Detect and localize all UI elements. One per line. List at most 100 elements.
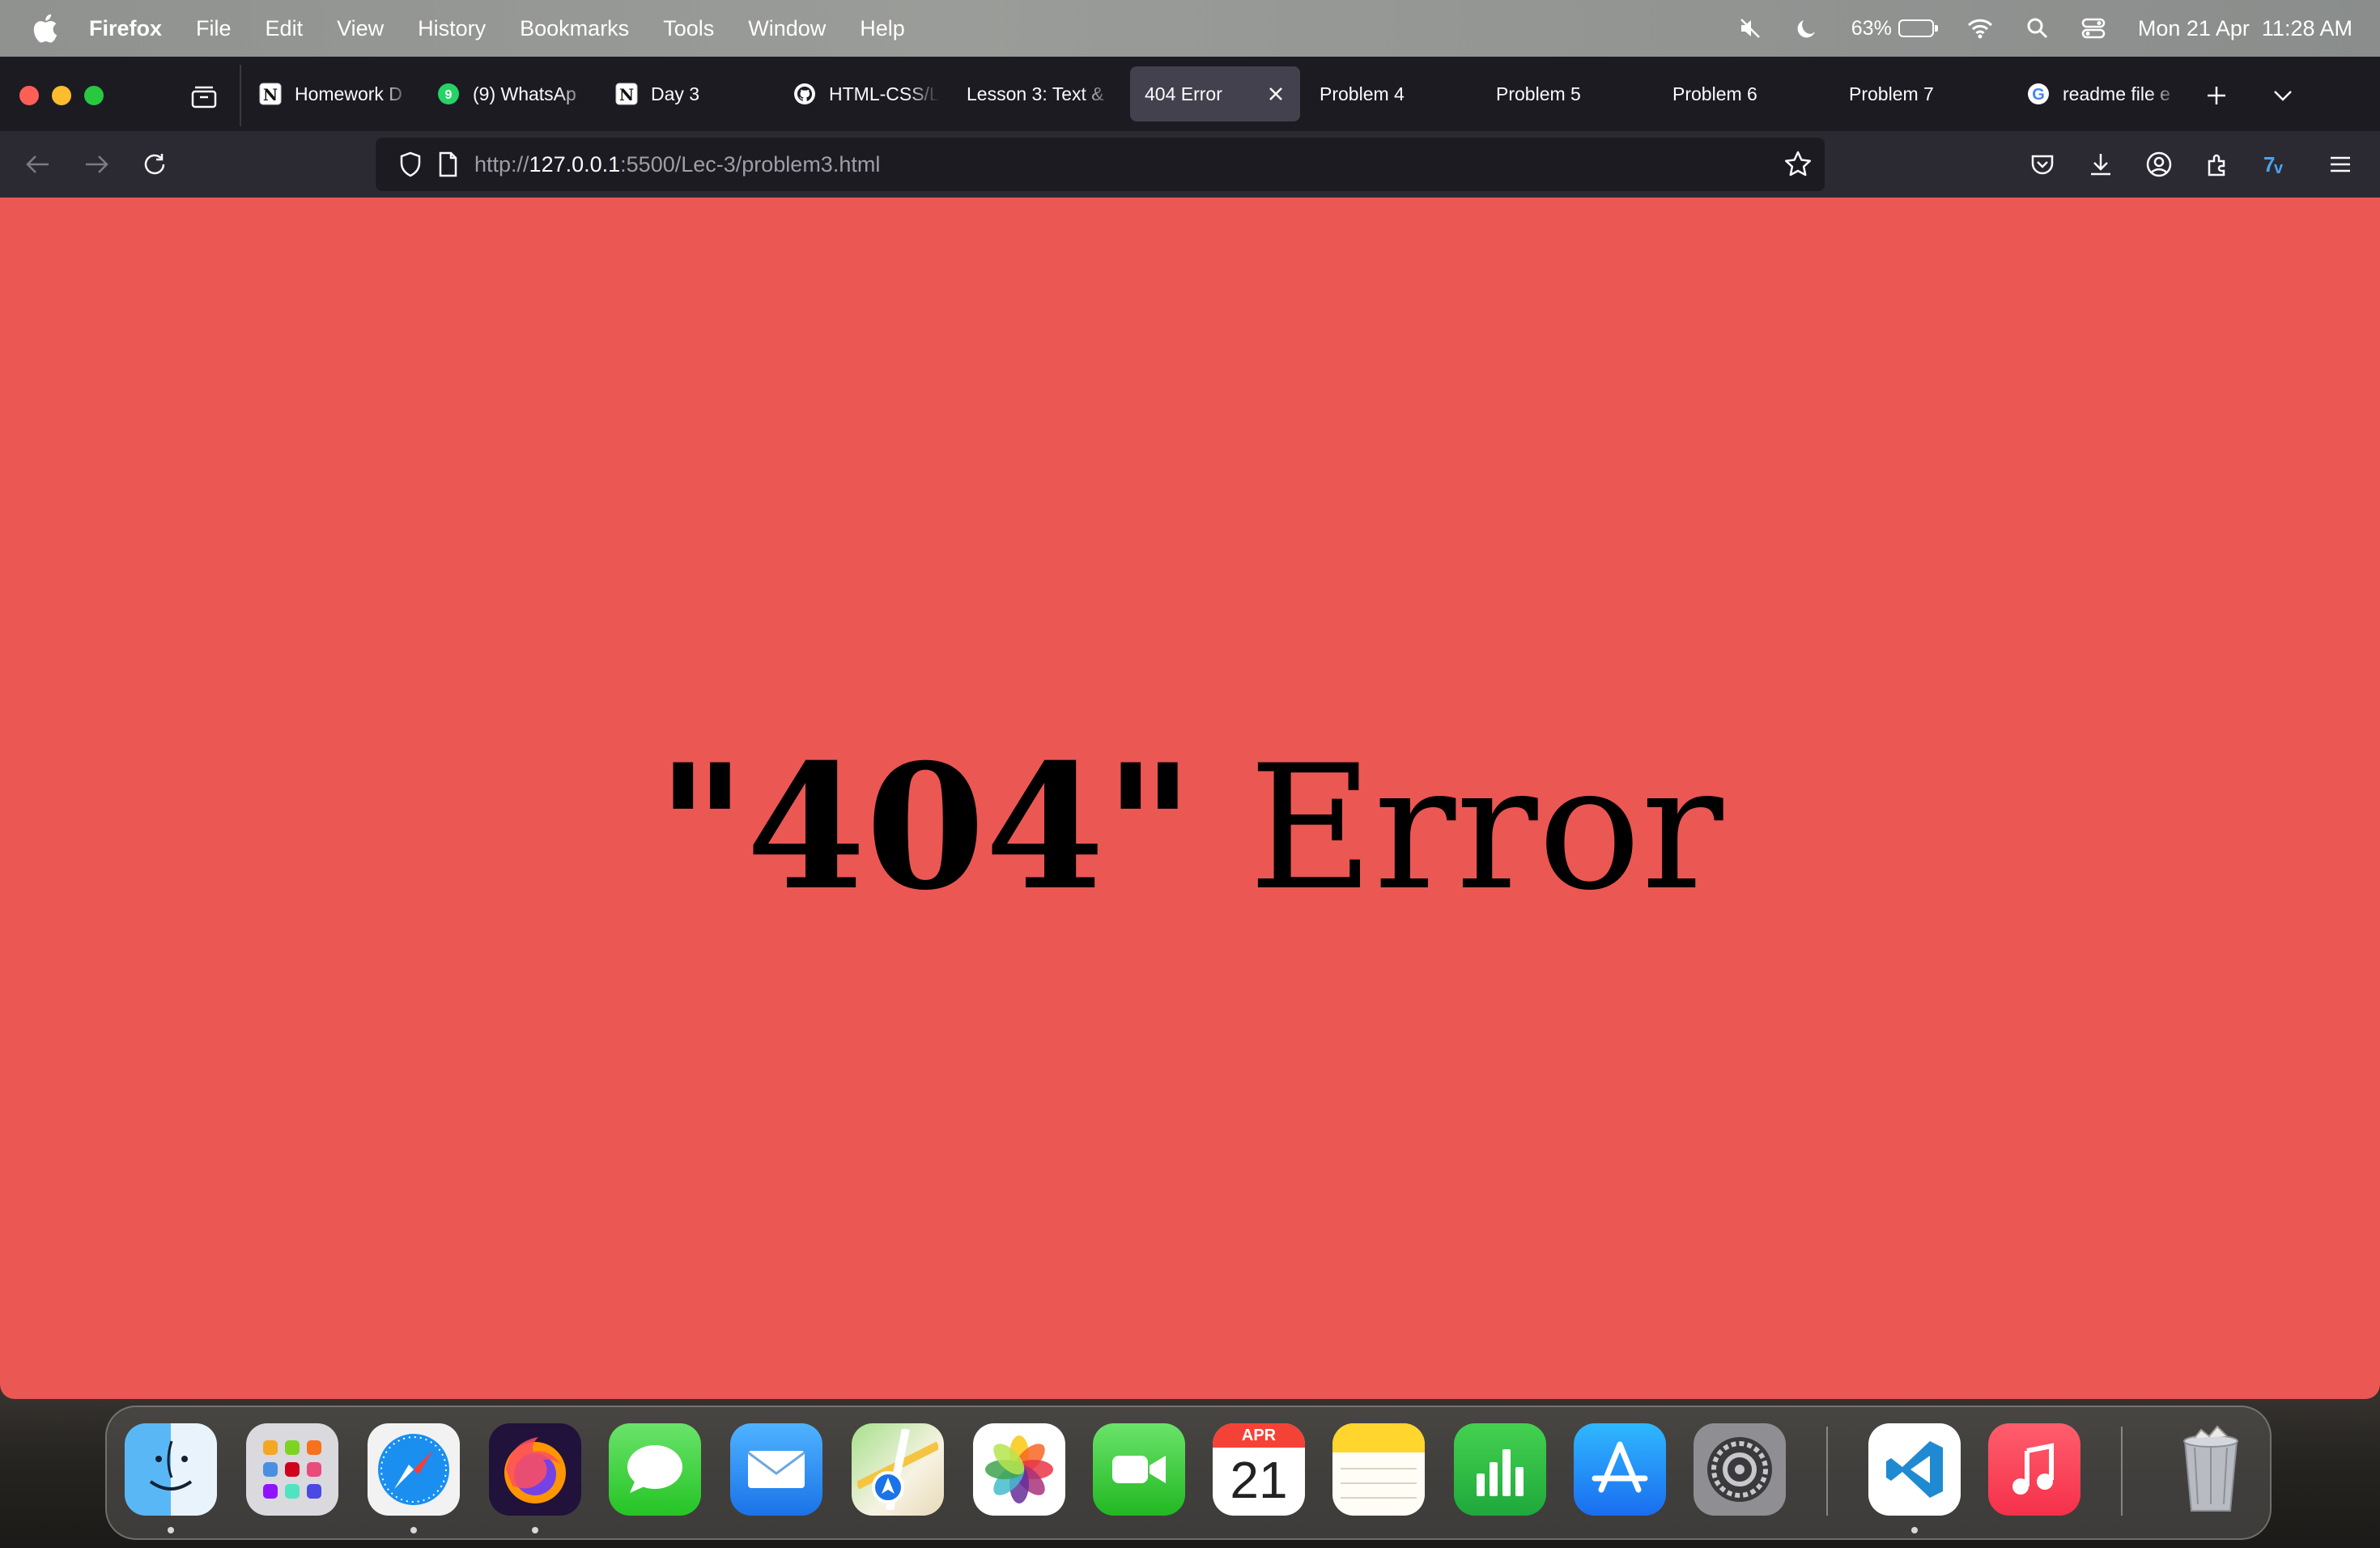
- menu-window[interactable]: Window: [748, 16, 826, 41]
- pocket-button[interactable]: [2024, 146, 2061, 183]
- battery-icon: [1898, 19, 1938, 37]
- moon-icon[interactable]: [1795, 16, 1819, 40]
- menu-help[interactable]: Help: [860, 16, 905, 41]
- menu-edit[interactable]: Edit: [266, 16, 304, 41]
- dock-safari-icon[interactable]: [368, 1423, 460, 1516]
- github-icon: [792, 81, 818, 107]
- tab-problem7[interactable]: Problem 7: [1834, 66, 2004, 121]
- arrow-left-icon: [26, 155, 49, 173]
- wifi-icon[interactable]: [1966, 18, 1994, 39]
- tab-problem4[interactable]: Problem 4: [1305, 66, 1475, 121]
- tab-404-error[interactable]: 404 Error: [1130, 66, 1300, 121]
- arrow-right-icon: [86, 155, 108, 173]
- forward-button[interactable]: [78, 146, 115, 183]
- apple-menu-icon[interactable]: [29, 12, 62, 45]
- dock-app-store-icon[interactable]: [1574, 1423, 1666, 1516]
- tab-label: Problem 4: [1320, 83, 1405, 104]
- dock-trash-icon[interactable]: [2165, 1423, 2257, 1516]
- new-tab-button[interactable]: [2200, 79, 2233, 112]
- list-all-tabs-button[interactable]: [2267, 79, 2299, 112]
- dock-launchpad-icon[interactable]: [246, 1423, 338, 1516]
- spotlight-icon[interactable]: [2026, 17, 2049, 40]
- bookmark-star-icon[interactable]: [1783, 149, 1813, 180]
- translate-extension-button[interactable]: 7v: [2257, 146, 2294, 183]
- close-tab-icon[interactable]: [1264, 83, 1287, 105]
- url-path: :5500/Lec-3/problem3.html: [620, 152, 881, 176]
- dock-vscode-icon[interactable]: [1868, 1423, 1961, 1516]
- mute-icon[interactable]: [1738, 16, 1762, 40]
- tab-problem5[interactable]: Problem 5: [1481, 66, 1651, 121]
- tab-homework[interactable]: N Homework D: [243, 66, 413, 121]
- translate-extension-icon: 7v: [2263, 152, 2284, 176]
- app-menu-button[interactable]: [2322, 146, 2359, 183]
- puzzle-piece-icon: [2208, 154, 2225, 176]
- tab-google-readme[interactable]: G readme file e: [2011, 66, 2181, 121]
- dock-separator: [2121, 1427, 2123, 1516]
- extensions-button[interactable]: [2199, 146, 2236, 183]
- dock-facetime-icon[interactable]: [1093, 1423, 1185, 1516]
- dock-notes-icon[interactable]: [1332, 1423, 1425, 1516]
- svg-text:G: G: [2032, 86, 2045, 104]
- tab-whatsapp[interactable]: 9 (9) WhatsAp: [421, 66, 591, 121]
- firefox-window: N Homework D 9 (9) WhatsAp N Day 3 HTML-…: [0, 57, 2380, 1399]
- tab-problem6[interactable]: Problem 6: [1658, 66, 1828, 121]
- tab-label: 404 Error: [1145, 83, 1222, 104]
- menu-view[interactable]: View: [337, 16, 384, 41]
- downloads-button[interactable]: [2082, 146, 2119, 183]
- navigation-toolbar: http://127.0.0.1:5500/Lec-3/problem3.htm…: [0, 131, 2380, 198]
- svg-text:N: N: [263, 85, 278, 104]
- tab-label: Problem 7: [1849, 83, 1934, 104]
- tab-lesson3[interactable]: Lesson 3: Text &: [952, 66, 1114, 121]
- dock-messages-icon[interactable]: [609, 1423, 701, 1516]
- tracking-protection-shield-icon[interactable]: [397, 151, 424, 178]
- page-info-icon[interactable]: [434, 151, 461, 178]
- tab-fade: [559, 66, 591, 121]
- heading-quoted-code: "404": [657, 726, 1194, 928]
- dock: APR 21: [105, 1406, 2272, 1540]
- address-bar[interactable]: http://127.0.0.1:5500/Lec-3/problem3.htm…: [376, 138, 1825, 191]
- window-close-button[interactable]: [19, 86, 39, 105]
- page-heading: "404" Error: [0, 742, 2380, 914]
- menubar-datetime[interactable]: Mon 21 Apr 11:28 AM: [2138, 16, 2352, 41]
- battery-status[interactable]: 63%: [1851, 17, 1938, 40]
- tab-fade: [907, 66, 939, 121]
- dock-numbers-icon[interactable]: [1454, 1423, 1546, 1516]
- download-icon: [2091, 154, 2110, 176]
- window-minimize-button[interactable]: [52, 86, 71, 105]
- dock-running-indicator: [1911, 1527, 1918, 1533]
- firefox-view-button[interactable]: [186, 79, 222, 115]
- dock-finder-icon[interactable]: [125, 1423, 217, 1516]
- chevron-down-icon: [2274, 91, 2292, 101]
- dock-separator: [1826, 1427, 1828, 1516]
- calendar-month: APR: [1213, 1423, 1305, 1448]
- menu-history[interactable]: History: [418, 16, 486, 41]
- window-maximize-button[interactable]: [84, 86, 104, 105]
- control-center-icon[interactable]: [2081, 17, 2106, 40]
- account-button[interactable]: [2140, 146, 2178, 183]
- dock-music-icon[interactable]: [1988, 1423, 2080, 1516]
- notion-icon: N: [257, 81, 283, 107]
- dock-system-settings-icon[interactable]: [1694, 1423, 1786, 1516]
- menu-file[interactable]: File: [196, 16, 232, 41]
- url-text[interactable]: http://127.0.0.1:5500/Lec-3/problem3.htm…: [474, 152, 880, 177]
- dock-running-indicator: [168, 1527, 174, 1533]
- calendar-day: 21: [1230, 1451, 1288, 1509]
- reload-button[interactable]: [136, 146, 173, 183]
- menu-app-firefox[interactable]: Firefox: [89, 16, 162, 41]
- tab-github[interactable]: HTML-CSS/L: [777, 66, 939, 121]
- notion-icon: N: [614, 81, 640, 107]
- dock-calendar-icon[interactable]: APR 21: [1213, 1423, 1305, 1516]
- tab-label: Problem 5: [1496, 83, 1581, 104]
- tab-day3[interactable]: N Day 3: [599, 66, 769, 121]
- dock-maps-icon[interactable]: [852, 1423, 944, 1516]
- google-icon: G: [2025, 81, 2051, 107]
- dock-running-indicator: [532, 1527, 538, 1533]
- dock-photos-icon[interactable]: [973, 1423, 1065, 1516]
- pocket-icon: [2031, 155, 2054, 175]
- dock-firefox-icon[interactable]: [489, 1423, 581, 1516]
- dock-mail-icon[interactable]: [730, 1423, 822, 1516]
- back-button[interactable]: [19, 146, 57, 183]
- menu-bookmarks[interactable]: Bookmarks: [520, 16, 629, 41]
- tab-label: Problem 6: [1672, 83, 1757, 104]
- menu-tools[interactable]: Tools: [663, 16, 714, 41]
